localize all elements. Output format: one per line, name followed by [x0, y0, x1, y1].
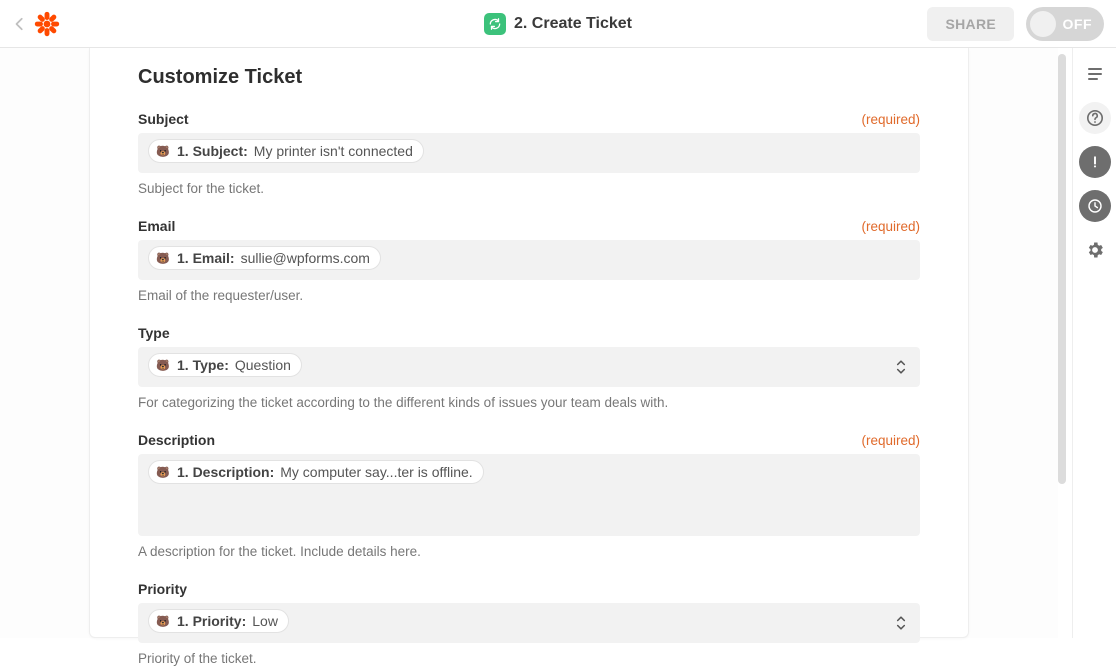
clock-icon — [1087, 198, 1103, 214]
mapped-field-pill[interactable]: 🐻 1. Description: My computer say...ter … — [148, 460, 484, 484]
panel-title: Customize Ticket — [138, 66, 920, 89]
wpforms-icon: 🐻 — [155, 613, 171, 629]
toggle-label: OFF — [1063, 16, 1093, 32]
step-title: 2. Create Ticket — [514, 15, 632, 33]
pill-value: Low — [252, 613, 278, 629]
pill-label: 1. Subject: — [177, 143, 248, 159]
field-help-priority: Priority of the ticket. — [138, 651, 920, 666]
mapped-field-pill[interactable]: 🐻 1. Subject: My printer isn't connected — [148, 139, 424, 163]
mapped-field-pill[interactable]: 🐻 1. Type: Question — [148, 353, 302, 377]
exclamation-icon — [1087, 154, 1103, 170]
zapier-logo-icon — [34, 11, 60, 37]
step-panel: Customize Ticket Subject (required) 🐻 1.… — [89, 48, 969, 638]
zapier-logo — [34, 11, 60, 37]
field-label-subject: Subject — [138, 111, 189, 127]
topbar: 2. Create Ticket SHARE OFF — [0, 0, 1116, 48]
freshdesk-app-icon — [484, 13, 506, 35]
refresh-icon — [488, 17, 502, 31]
wpforms-icon: 🐻 — [155, 357, 171, 373]
list-icon — [1085, 64, 1105, 84]
field-subject: Subject (required) 🐻 1. Subject: My prin… — [138, 111, 920, 196]
editor-canvas: Customize Ticket Subject (required) 🐻 1.… — [0, 48, 1058, 638]
pill-label: 1. Type: — [177, 357, 229, 373]
toggle-knob — [1030, 11, 1056, 37]
field-required-email: (required) — [861, 219, 920, 234]
mapped-field-pill[interactable]: 🐻 1. Priority: Low — [148, 609, 289, 633]
field-type: Type 🐻 1. Type: Question For categorizin… — [138, 325, 920, 410]
pill-value: My computer say...ter is offline. — [280, 464, 472, 480]
description-input[interactable]: 🐻 1. Description: My computer say...ter … — [138, 454, 920, 536]
field-required-subject: (required) — [861, 112, 920, 127]
field-help-subject: Subject for the ticket. — [138, 181, 920, 196]
field-help-email: Email of the requester/user. — [138, 288, 920, 303]
help-button[interactable] — [1079, 102, 1111, 134]
field-priority: Priority 🐻 1. Priority: Low Priority of … — [138, 581, 920, 666]
field-label-description: Description — [138, 432, 215, 448]
alerts-button[interactable] — [1079, 146, 1111, 178]
field-help-description: A description for the ticket. Include de… — [138, 544, 920, 559]
select-caret-icon — [896, 615, 906, 631]
side-rail — [1072, 48, 1116, 638]
topbar-actions: SHARE OFF — [927, 7, 1104, 41]
field-help-type: For categorizing the ticket according to… — [138, 395, 920, 410]
pill-label: 1. Email: — [177, 250, 235, 266]
scrollbar-track[interactable] — [1058, 48, 1068, 638]
gear-icon — [1085, 240, 1105, 260]
mapped-field-pill[interactable]: 🐻 1. Email: sullie@wpforms.com — [148, 246, 381, 270]
pill-label: 1. Priority: — [177, 613, 246, 629]
wpforms-icon: 🐻 — [155, 464, 171, 480]
wpforms-icon: 🐻 — [155, 143, 171, 159]
settings-button[interactable] — [1079, 234, 1111, 266]
pill-value: My printer isn't connected — [254, 143, 413, 159]
history-button[interactable] — [1079, 190, 1111, 222]
field-description: Description (required) 🐻 1. Description:… — [138, 432, 920, 559]
share-button[interactable]: SHARE — [927, 7, 1014, 41]
pill-value: sullie@wpforms.com — [241, 250, 370, 266]
wpforms-icon: 🐻 — [155, 250, 171, 266]
type-select[interactable]: 🐻 1. Type: Question — [138, 347, 920, 387]
chevron-left-icon — [13, 17, 27, 31]
pill-label: 1. Description: — [177, 464, 274, 480]
field-label-email: Email — [138, 218, 175, 234]
scrollbar-thumb[interactable] — [1058, 54, 1066, 484]
field-label-priority: Priority — [138, 581, 187, 597]
email-input[interactable]: 🐻 1. Email: sullie@wpforms.com — [138, 240, 920, 280]
help-icon — [1086, 109, 1104, 127]
subject-input[interactable]: 🐻 1. Subject: My printer isn't connected — [138, 133, 920, 173]
field-label-type: Type — [138, 325, 170, 341]
back-button[interactable] — [12, 16, 28, 32]
topbar-left — [12, 11, 60, 37]
pill-value: Question — [235, 357, 291, 373]
select-caret-icon — [896, 359, 906, 375]
priority-select[interactable]: 🐻 1. Priority: Low — [138, 603, 920, 643]
topbar-title: 2. Create Ticket — [484, 13, 632, 35]
field-required-description: (required) — [861, 433, 920, 448]
field-email: Email (required) 🐻 1. Email: sullie@wpfo… — [138, 218, 920, 303]
zap-on-off-toggle[interactable]: OFF — [1026, 7, 1104, 41]
outline-button[interactable] — [1079, 58, 1111, 90]
